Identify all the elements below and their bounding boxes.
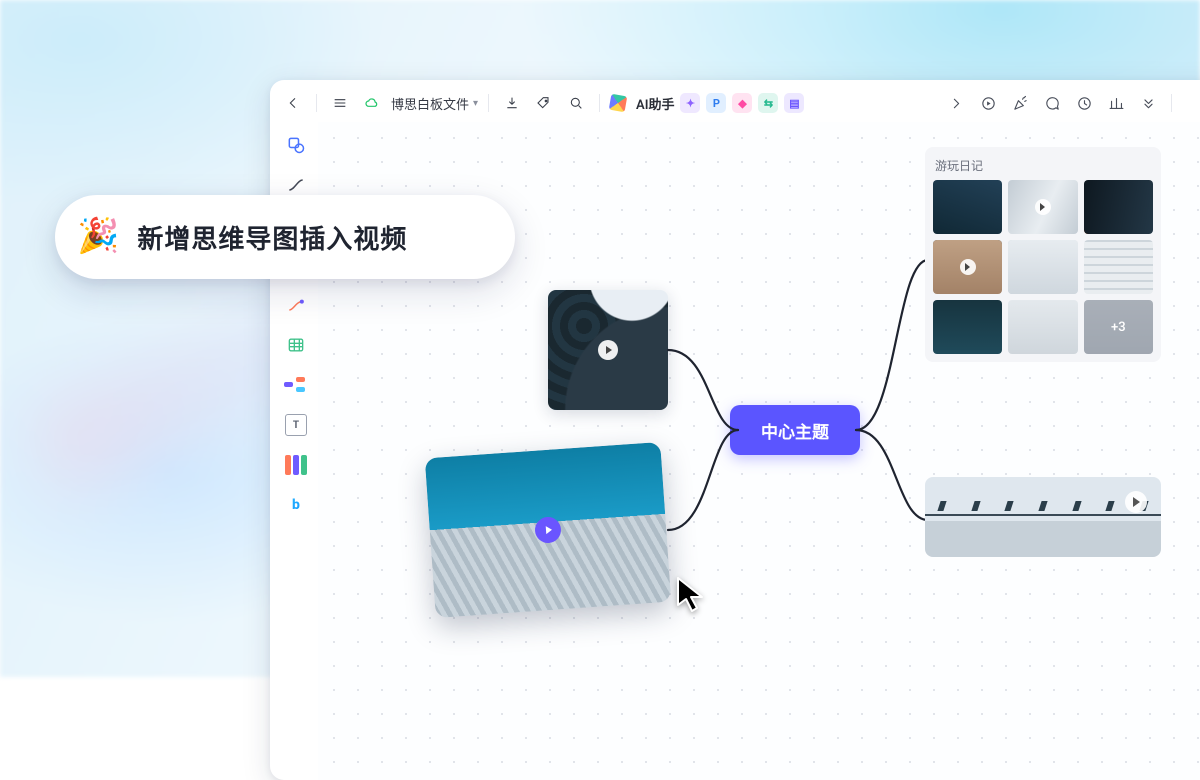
tool-mindmap[interactable]	[281, 370, 311, 400]
mindmap-video-node-top[interactable]	[548, 290, 668, 410]
play-icon	[960, 259, 976, 275]
tool-table[interactable]	[281, 330, 311, 360]
tag-button[interactable]	[531, 90, 557, 116]
callout-text: 新增思维导图插入视频	[137, 219, 407, 256]
menu-button[interactable]	[327, 90, 353, 116]
back-button[interactable]	[280, 90, 306, 116]
app-chip-share[interactable]: ⇆	[758, 93, 778, 113]
search-button[interactable]	[563, 90, 589, 116]
gallery-title: 游玩日记	[933, 155, 1153, 180]
gallery-item[interactable]	[1084, 180, 1153, 234]
app-chip-p[interactable]: P	[706, 93, 726, 113]
toolbar-right-group	[943, 90, 1200, 116]
ai-assistant-button[interactable]: AI助手	[636, 94, 674, 113]
gallery-more-button[interactable]: +3	[1084, 300, 1153, 354]
mindmap-center-node[interactable]: 中心主题	[730, 405, 860, 455]
feature-callout: 🎉 新增思维导图插入视频	[55, 195, 515, 279]
mouse-cursor-icon	[675, 575, 709, 615]
sync-status-icon	[359, 90, 385, 116]
tool-bing[interactable]	[281, 490, 311, 520]
collapse-button[interactable]	[1135, 90, 1161, 116]
mindmap-video-node-side[interactable]	[925, 477, 1161, 557]
more-chevron-button[interactable]	[943, 90, 969, 116]
gallery-item[interactable]	[1084, 240, 1153, 294]
left-tool-strip: T	[278, 130, 314, 520]
app-window: 博思白板文件 ▾ AI助手 ✦ P ◆ ⇆ ▤	[270, 80, 1200, 780]
file-name-dropdown[interactable]: 博思白板文件 ▾	[391, 94, 478, 113]
separator	[316, 94, 317, 112]
play-icon	[534, 516, 562, 544]
top-toolbar: 博思白板文件 ▾ AI助手 ✦ P ◆ ⇆ ▤	[280, 88, 1200, 118]
tool-shapes[interactable]	[281, 130, 311, 160]
tool-kanban[interactable]	[281, 450, 311, 480]
party-popper-icon: 🎉	[77, 219, 119, 253]
app-chip-chat[interactable]: ▤	[784, 93, 804, 113]
gallery-item[interactable]	[1008, 300, 1077, 354]
play-button[interactable]	[975, 90, 1001, 116]
file-name-text: 博思白板文件	[391, 94, 469, 113]
gallery-item[interactable]	[1008, 240, 1077, 294]
comment-button[interactable]	[1039, 90, 1065, 116]
separator	[599, 94, 600, 112]
gallery-item[interactable]	[933, 300, 1002, 354]
separator	[488, 94, 489, 112]
gallery-item[interactable]	[933, 180, 1002, 234]
app-chip-diamond[interactable]: ◆	[732, 93, 752, 113]
celebrate-button[interactable]	[1007, 90, 1033, 116]
ai-logo-icon	[609, 94, 628, 113]
play-icon	[1125, 491, 1147, 513]
gallery-item[interactable]	[1008, 180, 1077, 234]
mindmap-video-node-dragging[interactable]	[425, 442, 672, 618]
play-icon	[1035, 199, 1051, 215]
stats-button[interactable]	[1103, 90, 1129, 116]
tool-pen[interactable]	[281, 290, 311, 320]
gallery-grid: +3	[933, 180, 1153, 354]
gallery-node[interactable]: 游玩日记 +3	[925, 147, 1161, 362]
chevron-down-icon: ▾	[473, 98, 478, 109]
center-node-label: 中心主题	[761, 418, 829, 443]
play-icon	[598, 340, 618, 360]
separator	[1171, 94, 1172, 112]
app-chip-sparkle[interactable]: ✦	[680, 93, 700, 113]
history-button[interactable]	[1071, 90, 1097, 116]
gallery-more-label: +3	[1084, 300, 1153, 354]
toolbar-left-group: 博思白板文件 ▾ AI助手 ✦ P ◆ ⇆ ▤	[280, 90, 804, 116]
gallery-item[interactable]	[933, 240, 1002, 294]
download-button[interactable]	[499, 90, 525, 116]
tool-text[interactable]: T	[281, 410, 311, 440]
